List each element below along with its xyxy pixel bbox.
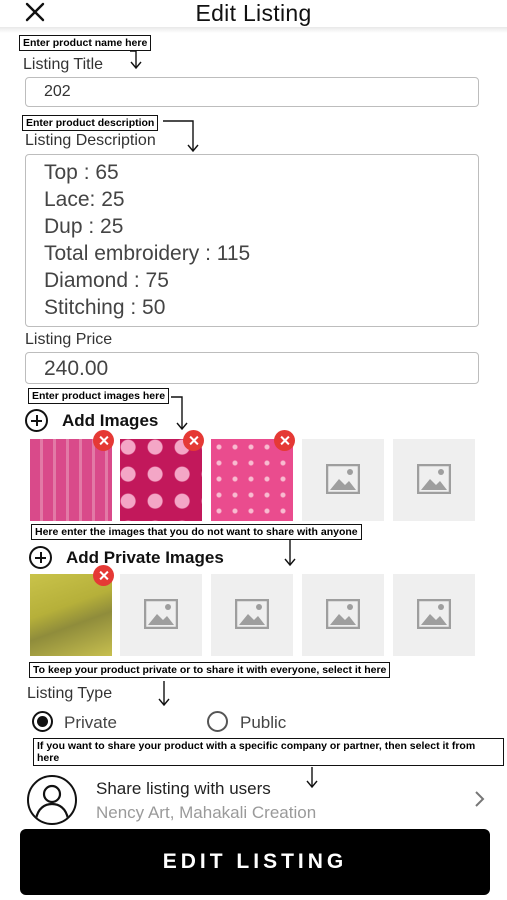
image-slot-empty[interactable] — [302, 439, 384, 521]
listing-title-value: 202 — [44, 83, 71, 100]
description-line: Diamond : 75 — [44, 269, 169, 292]
page-title: Edit Listing — [195, 0, 312, 26]
private-image-slot-empty[interactable] — [211, 574, 293, 656]
delete-badge-icon[interactable] — [93, 430, 114, 451]
description-text: Top : 65 Lace: 25 Dup : 25 Total embroid… — [44, 159, 250, 321]
header-divider — [0, 27, 507, 33]
arrow-down-icon — [130, 50, 142, 70]
app-header: Edit Listing — [0, 0, 507, 30]
radio-private[interactable] — [32, 711, 53, 732]
image-thumbnail[interactable] — [120, 430, 204, 521]
image-placeholder-icon — [144, 599, 178, 629]
private-image-slot-empty[interactable] — [393, 574, 475, 656]
radio-private-label: Private — [64, 713, 117, 732]
callout-share: If you want to share your product with a… — [33, 738, 504, 766]
private-image-thumbnail[interactable] — [30, 565, 114, 656]
listing-title-label: Listing Title — [23, 56, 104, 73]
image-thumbnail[interactable] — [211, 430, 295, 521]
private-image-slot-empty[interactable] — [120, 574, 202, 656]
image-placeholder-icon — [326, 464, 360, 494]
image-slot-empty[interactable] — [393, 439, 475, 521]
image-placeholder-icon — [417, 464, 451, 494]
image-placeholder-icon — [417, 599, 451, 629]
user-avatar-icon — [27, 775, 77, 825]
description-line: Lace: 25 — [44, 188, 125, 211]
add-images-label: Add Images — [62, 410, 159, 430]
chevron-right-icon — [475, 791, 485, 807]
listing-description-textarea[interactable]: Top : 65 Lace: 25 Dup : 25 Total embroid… — [25, 154, 479, 327]
shared-users-list: Nency Art, Mahakali Creation — [96, 803, 317, 822]
callout-private-images: Here enter the images that you do not wa… — [31, 524, 362, 540]
delete-badge-icon[interactable] — [93, 565, 114, 586]
listing-type-label: Listing Type — [27, 685, 113, 702]
edit-listing-button[interactable]: EDIT LISTING — [20, 829, 490, 895]
listing-description-label: Listing Description — [25, 132, 156, 149]
arrow-down-icon — [171, 396, 188, 431]
image-placeholder-icon — [326, 599, 360, 629]
arrow-down-icon — [158, 681, 170, 707]
add-images-button[interactable]: Add Images — [25, 409, 158, 432]
description-line: Stitching : 50 — [44, 296, 166, 319]
private-image-slot-empty[interactable] — [302, 574, 384, 656]
image-placeholder-icon — [235, 599, 269, 629]
add-private-images-button[interactable]: Add Private Images — [29, 546, 224, 569]
delete-badge-icon[interactable] — [183, 430, 204, 451]
callout-product-name: Enter product name here — [19, 35, 152, 51]
image-thumbnail[interactable] — [30, 430, 114, 521]
listing-price-input[interactable]: 240.00 — [25, 352, 479, 384]
plus-circle-icon — [29, 546, 52, 569]
callout-listing-type: To keep your product private or to share… — [29, 662, 391, 678]
arrow-down-icon — [163, 120, 199, 153]
callout-product-description: Enter product description — [22, 115, 159, 131]
share-listing-title: Share listing with users — [96, 779, 271, 798]
description-line: Dup : 25 — [44, 215, 124, 238]
description-line: Total embroidery : 115 — [44, 242, 251, 265]
description-line: Top : 65 — [44, 161, 119, 184]
listing-price-value: 240.00 — [44, 357, 109, 380]
add-private-images-label: Add Private Images — [66, 547, 224, 567]
listing-title-input[interactable]: 202 — [25, 77, 479, 107]
plus-circle-icon — [25, 409, 48, 432]
arrow-down-icon — [284, 539, 296, 567]
delete-badge-icon[interactable] — [274, 430, 295, 451]
listing-price-label: Listing Price — [25, 331, 113, 348]
callout-product-images: Enter product images here — [28, 388, 170, 404]
radio-public[interactable] — [207, 711, 228, 732]
share-listing-row[interactable]: Share listing with users Nency Art, Maha… — [0, 770, 507, 832]
radio-public-label: Public — [240, 713, 287, 732]
